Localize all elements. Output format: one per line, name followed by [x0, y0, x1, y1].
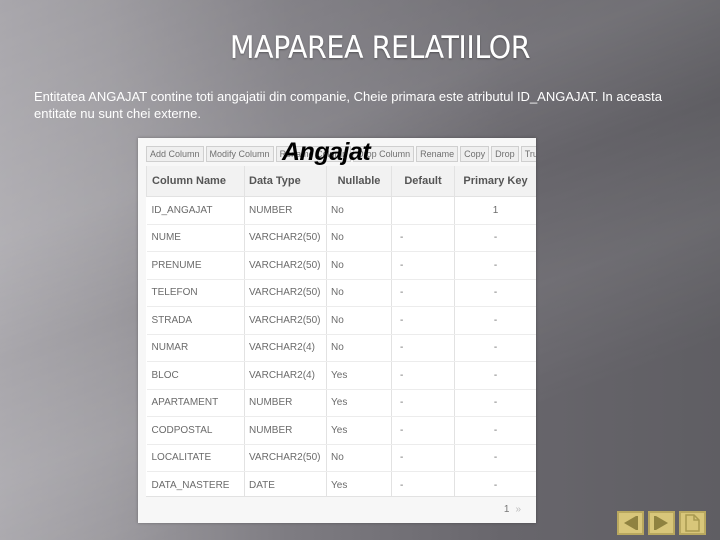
table-row[interactable]: ID_ANGAJAT NUMBER No 1	[146, 196, 536, 225]
cell-primary-key: -	[454, 416, 536, 445]
columns-table: Column Name Data Type Nullable Default P…	[146, 166, 536, 499]
cell-nullable: No	[326, 251, 392, 280]
cell-primary-key: -	[493, 479, 498, 491]
cell-default: -	[391, 306, 455, 335]
cell-data-type: VARCHAR2(50)	[244, 279, 327, 307]
cell-primary-key: -	[454, 251, 536, 280]
cell-default	[391, 196, 455, 225]
cell-default: -	[391, 224, 455, 252]
cell-default: -	[391, 279, 455, 307]
cell-column-name: STRADA	[146, 306, 245, 335]
cell-column-name: NUMAR	[146, 334, 245, 362]
cell-column-name: NUME	[146, 224, 245, 252]
cell-nullable: Yes	[326, 471, 392, 499]
cell-data-type: NUMBER	[244, 196, 327, 225]
next-slide-button[interactable]	[648, 511, 675, 535]
cell-column-name: ID_ANGAJAT	[146, 196, 245, 225]
slide-title: MAPAREA RELATIILOR	[229, 30, 531, 66]
cell-primary-key: -	[454, 389, 536, 417]
cell-column-name: PRENUME	[146, 251, 245, 280]
current-page[interactable]: 1	[504, 504, 510, 515]
cell-nullable: No	[326, 196, 392, 225]
header-default[interactable]: Default	[391, 166, 455, 197]
header-data-type[interactable]: Data Type	[244, 166, 327, 197]
cell-column-name: TELEFON	[146, 279, 245, 307]
table-row[interactable]: APARTAMENT NUMBER Yes - -	[146, 389, 536, 417]
header-nullable[interactable]: Nullable	[326, 166, 392, 197]
table-row[interactable]: TELEFON VARCHAR2(50) No - -	[146, 279, 536, 307]
truncate-button[interactable]: Truncate	[520, 146, 536, 162]
cell-default: -	[391, 471, 455, 499]
table-details-panel: Add Column Modify Column Rename Column Drop…	[138, 138, 536, 523]
cell-data-type: VARCHAR2(4)	[244, 334, 327, 362]
cell-data-type: VARCHAR2(50)	[244, 224, 327, 252]
cell-nullable: Yes	[326, 361, 392, 390]
cell-nullable: No	[326, 224, 392, 252]
modify-column-button[interactable]: Modify Column	[205, 146, 274, 162]
next-page-link[interactable]: »	[515, 504, 522, 515]
table-row[interactable]: STRADA VARCHAR2(50) No - -	[146, 306, 536, 335]
table-row[interactable]: DATA_NASTERE DATE Yes - -	[146, 471, 537, 499]
drop-button[interactable]: Drop	[491, 146, 519, 162]
cell-default: -	[391, 361, 455, 390]
slide-navigation	[617, 511, 710, 535]
cell-column-name: BLOC	[146, 361, 245, 390]
table-row[interactable]: NUMAR VARCHAR2(4) No - -	[146, 334, 536, 362]
cell-primary-key: -	[454, 279, 536, 307]
cell-column-name: DATA_NASTERE	[146, 471, 245, 499]
previous-slide-icon	[624, 516, 638, 530]
cell-default: -	[391, 389, 455, 417]
cell-data-type: VARCHAR2(4)	[244, 361, 327, 390]
cell-column-name: CODPOSTAL	[146, 416, 245, 445]
table-row[interactable]: LOCALITATE VARCHAR2(50) No - -	[146, 444, 536, 472]
cell-primary-key: -	[454, 224, 536, 252]
table-row[interactable]: NUME VARCHAR2(50) No - -	[146, 224, 536, 252]
cell-nullable: Yes	[326, 389, 392, 417]
cell-data-type: VARCHAR2(50)	[244, 444, 327, 472]
cell-data-type: DATE	[244, 471, 327, 499]
pagination: 1»	[504, 504, 522, 515]
table-row[interactable]: CODPOSTAL NUMBER Yes - -	[146, 416, 536, 445]
previous-slide-button[interactable]	[617, 511, 644, 535]
cell-data-type: VARCHAR2(50)	[244, 306, 327, 335]
cell-data-type: NUMBER	[244, 389, 327, 417]
entity-label: Angajat	[282, 138, 371, 166]
cell-primary-key: -	[454, 361, 536, 390]
cell-nullable: No	[326, 334, 392, 362]
cell-primary-key: -	[454, 334, 536, 362]
cell-data-type: NUMBER	[244, 416, 327, 445]
table-row[interactable]: PRENUME VARCHAR2(50) No - -	[146, 251, 536, 280]
table-header-row: Column Name Data Type Nullable Default P…	[146, 166, 536, 197]
cell-column-name: LOCALITATE	[146, 444, 245, 472]
next-slide-icon	[654, 516, 668, 530]
add-column-button[interactable]: Add Column	[146, 146, 204, 162]
cell-default: -	[391, 416, 455, 445]
table-row[interactable]: BLOC VARCHAR2(4) Yes - -	[146, 361, 536, 390]
table-footer: 1»	[146, 496, 536, 523]
cell-nullable: No	[326, 279, 392, 307]
cell-primary-key: 1	[454, 196, 536, 225]
header-column-name[interactable]: Column Name	[146, 166, 245, 197]
cell-default: -	[391, 444, 455, 472]
header-primary-key[interactable]: Primary Key	[454, 166, 536, 197]
document-button[interactable]	[679, 511, 706, 535]
copy-button[interactable]: Copy	[460, 146, 490, 162]
slide-description: Entitatea ANGAJAT contine toti angajatii…	[34, 89, 662, 121]
document-icon	[685, 514, 700, 532]
cell-primary-key: -	[454, 444, 536, 472]
rename-button[interactable]: Rename	[416, 146, 459, 162]
cell-default: -	[391, 251, 455, 280]
cell-primary-key: -	[454, 306, 536, 335]
cell-data-type: VARCHAR2(50)	[244, 251, 327, 280]
cell-nullable: No	[326, 444, 392, 472]
cell-nullable: Yes	[326, 416, 392, 445]
cell-nullable: No	[326, 306, 392, 335]
cell-column-name: APARTAMENT	[146, 389, 245, 417]
cell-default: -	[391, 334, 455, 362]
